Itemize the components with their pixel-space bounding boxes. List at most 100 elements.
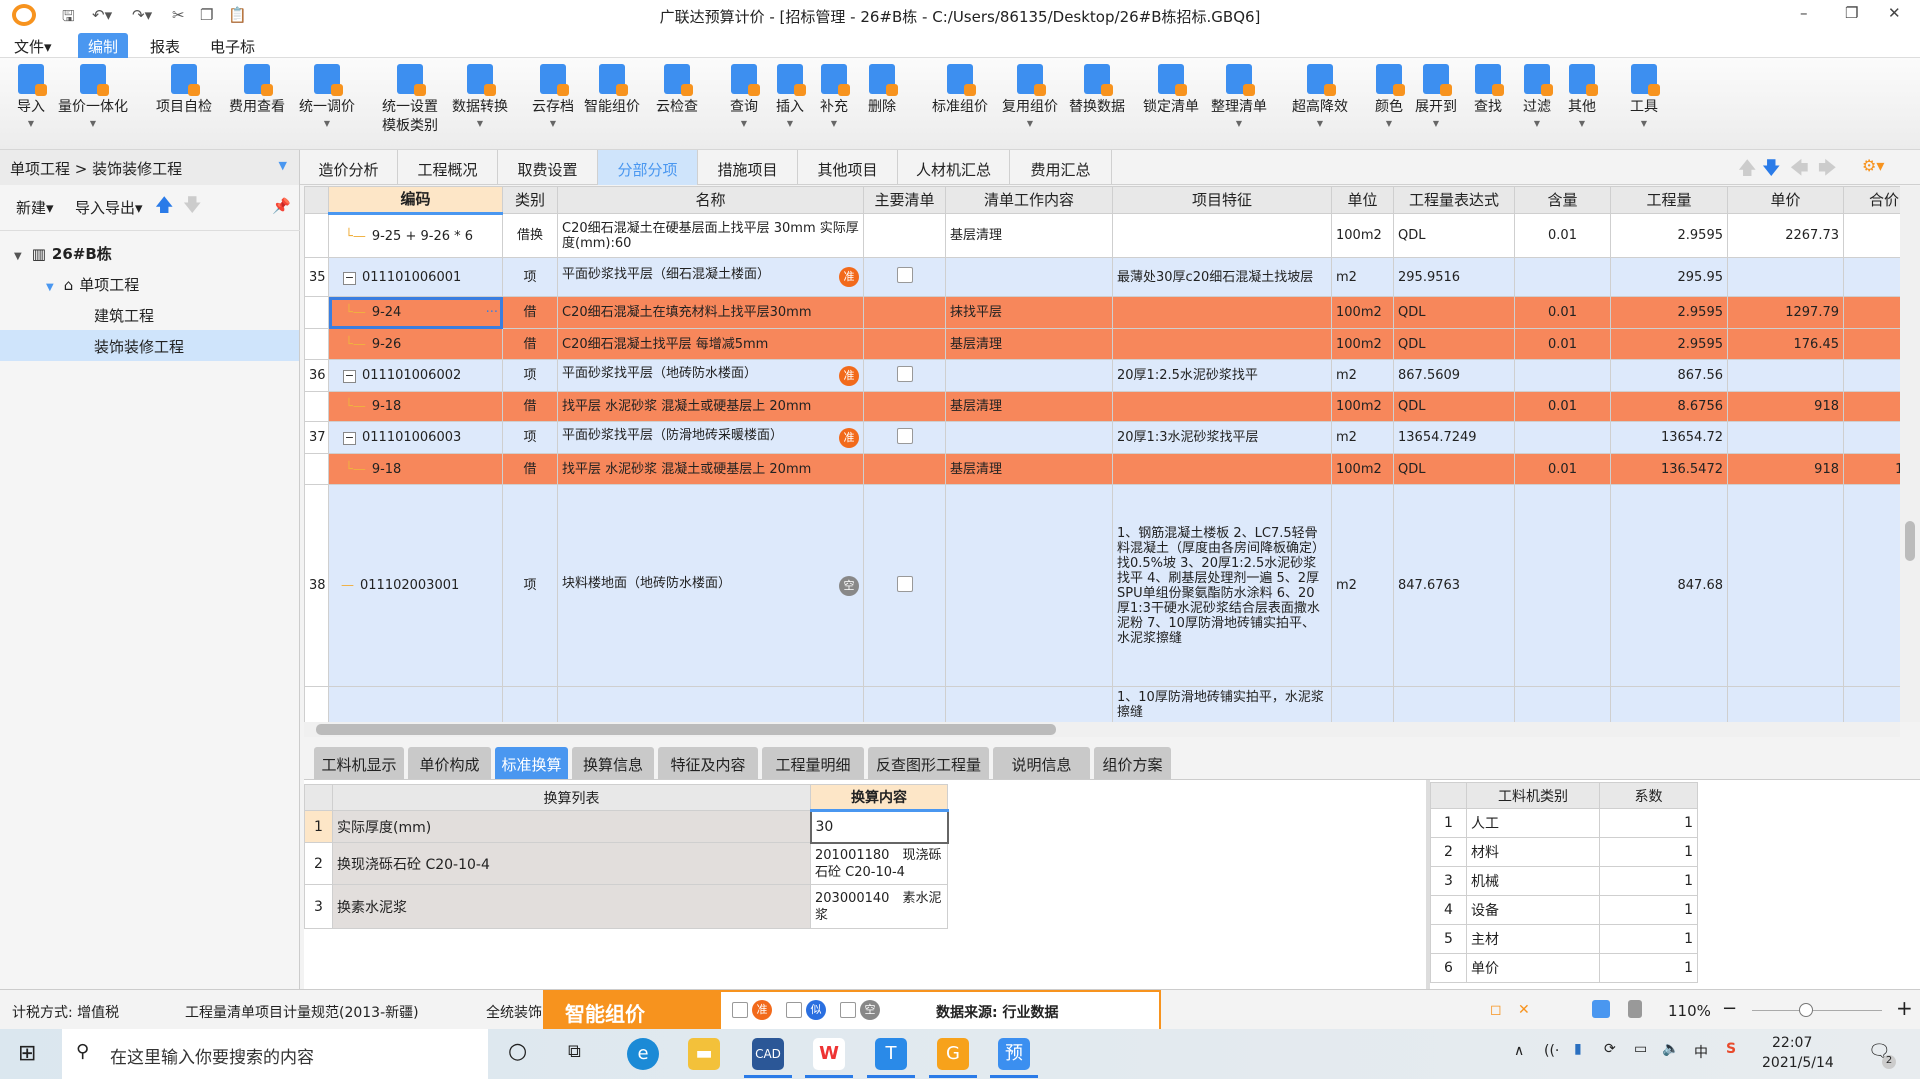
detail-tab-1[interactable]: 单价构成 [408,747,491,779]
column-header[interactable]: 编码 [328,186,503,215]
table-row[interactable]: 35−011101006001 项平面砂浆找平层（细石混凝土楼面）准最薄处30厚c… [304,257,1900,297]
taskbar-app-icon[interactable]: G [937,1038,969,1070]
maximize-panel-icon[interactable]: ◻ [1490,1002,1502,1018]
ribbon-button[interactable]: 量价一体化 ▼ [58,64,128,128]
dropdown-arrow-icon[interactable]: ▼ [776,119,804,128]
ribbon-button[interactable]: 统一调价 ▼ [299,64,355,128]
sync-icon[interactable]: ⟳ [1604,1041,1616,1057]
coefficient-row[interactable]: 2 材料 1 [1430,837,1698,867]
main-bill-cell[interactable] [863,484,946,687]
chevron-down-icon[interactable]: ▼ [279,159,287,172]
ribbon-button[interactable]: 云存档 ▼ [532,64,574,128]
move-down-icon[interactable]: 🡇 [1762,156,1781,186]
taskbar-app-icon[interactable]: 预 [998,1038,1030,1070]
tab-7[interactable]: 费用汇总 [1010,150,1112,185]
import-export-button[interactable]: 导入导出▾ [75,197,143,218]
table-row[interactable]: 38 — 011102003001 项块料楼地面（地砖防水楼面） 空 1、钢筋混凝土楼板 … [304,484,1900,687]
code-cell[interactable]: └— 9-26 [328,328,503,360]
file-explorer-icon[interactable]: ▬ [688,1038,720,1070]
name-cell[interactable]: 找平层 水泥砂浆 混凝土或硬基层上 20mm [557,453,864,485]
collapse-icon[interactable]: − [343,432,356,445]
flag-checkbox[interactable] [732,1002,748,1018]
coefficient-row[interactable]: 3 机械 1 [1430,866,1698,896]
menu-item[interactable]: 报表 [140,33,190,58]
dropdown-arrow-icon[interactable]: ▼ [820,119,848,128]
zoom-slider-thumb[interactable] [1799,1003,1813,1017]
coefficient-row[interactable]: 1 人工 1 [1430,808,1698,838]
task-view-icon[interactable]: ⧉ [568,1041,581,1062]
coefficient-cell-2[interactable]: 1 [1599,837,1698,867]
detail-tab-0[interactable]: 工料机显示 [314,747,404,779]
dropdown-arrow-icon[interactable]: ▼ [1630,119,1658,128]
move-up-icon[interactable]: 🡅 [155,193,174,223]
main-bill-cell[interactable] [863,257,946,297]
main-bill-cell[interactable] [863,686,946,722]
ribbon-button[interactable]: 数据转换 ▼ [452,64,508,128]
tab-0[interactable]: 造价分析 [300,150,398,185]
ribbon-button[interactable]: 过滤 ▼ [1523,64,1553,128]
code-cell[interactable]: −011101006003 [328,421,503,454]
ribbon-button[interactable]: 标准组价 [932,64,988,117]
taskbar-app-icon[interactable]: W [813,1038,845,1070]
name-cell[interactable]: 块料楼地面（地砖防水楼面） 空 [557,484,864,687]
main-bill-checkbox[interactable] [896,365,913,382]
scroll-thumb[interactable] [1905,521,1915,561]
table-row[interactable]: └— 9-18 借找平层 水泥砂浆 混凝土或硬基层上 20mm 基层清理 100m2 QD… [304,391,1900,422]
column-header[interactable]: 单位 [1331,186,1394,214]
horizontal-scrollbar[interactable] [304,722,1900,737]
code-cell[interactable]: └— 9-18 [328,453,503,485]
ime-indicator[interactable]: 中 [1694,1042,1708,1062]
dropdown-arrow-icon[interactable]: ▼ [730,119,758,128]
name-cell[interactable]: C20细石混凝土在硬基层面上找平层 30mm 实际厚度(mm):60 [557,213,864,258]
taskbar-app-icon[interactable]: T [875,1038,907,1070]
conversion-row[interactable]: 2 换现浇砾石砼 C20-10-4 201001180 现浇砾石砼 C20-10-4 [304,842,948,885]
menu-item[interactable]: 编制 [78,33,129,58]
main-bill-cell[interactable] [863,213,946,258]
code-cell[interactable] [328,686,503,722]
ribbon-button[interactable]: 查找 [1474,64,1504,117]
pin-icon[interactable]: 📌 [272,197,291,215]
collapse-icon[interactable]: − [343,271,356,285]
detail-tab-4[interactable]: 特征及内容 [658,747,758,779]
ribbon-button[interactable]: 项目自检 [156,64,212,117]
ribbon-button[interactable]: 查询 ▼ [730,64,760,128]
sogou-icon[interactable]: S [1726,1041,1736,1057]
detail-tab-5[interactable]: 工程量明细 [762,747,864,779]
column-settings-icon[interactable]: ⚙▾ [1862,156,1884,175]
table-row[interactable]: └— 9-26 借 C20细石混凝土找平层 每增减5mm 基层清理 100m2 QDL 0.0… [304,328,1900,360]
dropdown-arrow-icon[interactable]: ▼ [1415,119,1457,128]
tray-expand-icon[interactable]: ∧ [1514,1043,1524,1059]
name-cell[interactable]: 找平层 水泥砂浆 混凝土或硬基层上 20mm [557,391,864,422]
ribbon-button[interactable]: 锁定清单 [1143,64,1199,117]
tab-4[interactable]: 措施项目 [698,150,798,185]
dropdown-arrow-icon[interactable]: ▼ [299,119,355,128]
smart-pricing-button[interactable]: 智能组价 [543,990,721,1030]
clock-date[interactable]: 2021/5/14 [1762,1055,1834,1071]
ribbon-button[interactable]: 超高降效 ▼ [1292,64,1348,128]
move-right-icon[interactable]: 🡆 [1818,156,1837,186]
detail-tab-8[interactable]: 组价方案 [1094,747,1171,779]
column-header[interactable]: 工程量 [1610,186,1728,214]
battery-icon[interactable]: ▭ [1634,1041,1647,1057]
code-cell[interactable]: −011101006002 [328,359,503,392]
column-header[interactable]: 单价 [1727,186,1844,214]
column-header[interactable]: 主要清单 [863,186,946,214]
ribbon-button[interactable]: 颜色 ▼ [1375,64,1405,128]
scroll-thumb[interactable] [316,724,1056,735]
ribbon-button[interactable]: 智能组价 [584,64,640,117]
conversion-cell-2[interactable]: 30 [809,809,949,844]
main-bill-cell[interactable] [863,421,946,454]
main-bill-cell[interactable] [863,296,946,329]
detail-tab-3[interactable]: 换算信息 [572,747,654,779]
clock-time[interactable]: 22:07 [1772,1035,1812,1051]
conversion-cell-2[interactable]: 201001180 现浇砾石砼 C20-10-4 [810,842,948,885]
ribbon-button[interactable]: 整理清单 ▼ [1211,64,1267,128]
main-bill-checkbox[interactable] [896,575,913,592]
tab-6[interactable]: 人材机汇总 [898,150,1010,185]
tree-item[interactable]: 建筑工程 [0,299,299,330]
close-button[interactable]: ✕ [1888,4,1901,22]
name-cell[interactable]: 平面砂浆找平层（地砖防水楼面） 准 [557,359,864,392]
main-bill-checkbox[interactable] [896,267,913,283]
table-row[interactable]: 36−011101006002 项平面砂浆找平层（地砖防水楼面）准 20厚1:2.5… [304,359,1900,392]
layout-horizontal-icon[interactable] [1592,1000,1610,1018]
